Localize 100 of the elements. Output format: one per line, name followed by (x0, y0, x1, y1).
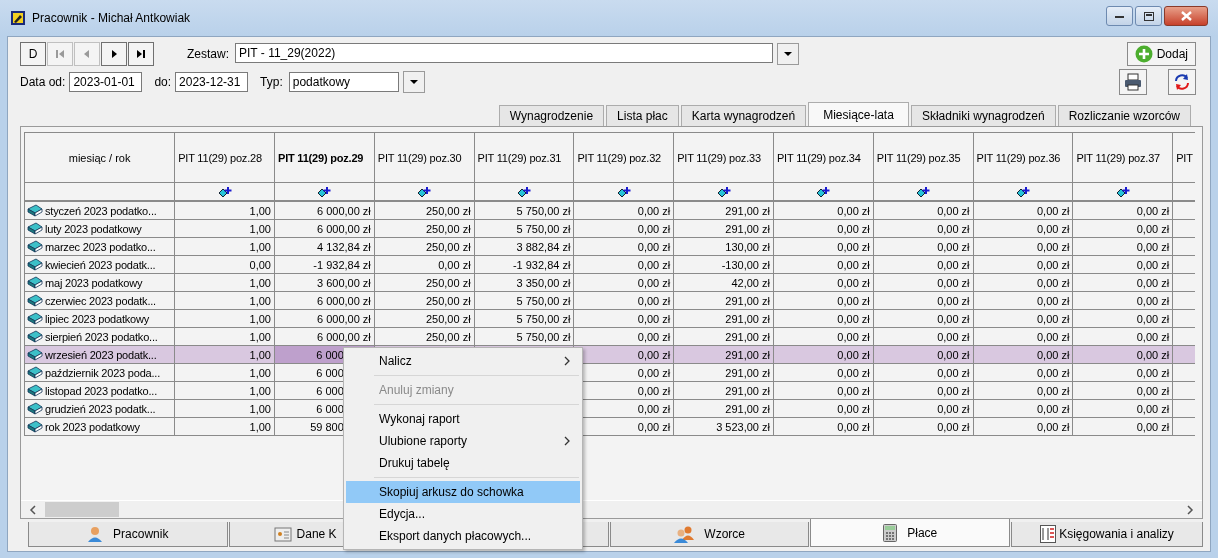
table-cell: 0,00 zł (773, 381, 874, 400)
column-header[interactable]: PIT 11(29) poz.29 (274, 132, 375, 183)
tab[interactable]: Wynagrodzenie (498, 105, 605, 126)
table-cell: 0,00 zł (873, 363, 974, 382)
module-tab[interactable]: Księgowania i analizy (1011, 522, 1203, 547)
table-cell: 0,00 zł (873, 255, 974, 274)
column-header[interactable]: PIT 11(29) poz.31 (474, 132, 574, 183)
table-cell: 5 750,00 zł (474, 201, 574, 220)
table-cell: 6 000,00 zł (274, 291, 375, 310)
zestaw-field[interactable]: PIT - 11_29(2022) (235, 43, 773, 63)
module-tab[interactable]: Płace (810, 519, 1011, 547)
add-component-icon[interactable] (417, 186, 432, 199)
table-cell: 0,00 zł (873, 273, 974, 292)
column-header[interactable]: PIT 11(29) poz.28 (174, 132, 275, 183)
table-cell: -1 932,84 zł (474, 255, 574, 274)
table-cell: 0,00 zł (973, 237, 1073, 256)
table-cell: 1,00 (174, 399, 275, 418)
column-header[interactable]: PIT 11(29) poz.35 (873, 132, 974, 183)
table-cell: 0,00 zł (1072, 417, 1173, 436)
date-to-label: do: (154, 75, 172, 89)
table-cell: 6 000,00 zł (274, 201, 375, 220)
tab[interactable]: Karta wynagrodzeń (680, 105, 807, 126)
table-cell: 0,00 zł (573, 255, 674, 274)
add-component-icon[interactable] (916, 186, 931, 199)
table-cell: 0,00 zł (573, 201, 674, 220)
previous-icon (82, 49, 92, 59)
table-cell: 0,00 zł (1072, 291, 1173, 310)
column-header[interactable]: PIT 11(29) poz.32 (573, 132, 674, 183)
add-component-icon[interactable] (1015, 186, 1030, 199)
date-to-field[interactable]: 2023-12-31 (175, 72, 249, 92)
tab[interactable]: Składniki wynagrodzeń (910, 105, 1056, 126)
column-header[interactable]: PIT 11(29) poz.33 (673, 132, 774, 183)
table-cell: 0,00 zł (873, 381, 974, 400)
date-from-label: Data od: (20, 75, 66, 89)
table-cell: 0,00 (174, 255, 275, 274)
book-icon (27, 312, 43, 326)
table-cell: 291,00 zł (673, 399, 774, 418)
maximize-button[interactable] (1135, 6, 1162, 26)
add-component-icon[interactable] (716, 186, 731, 199)
tab[interactable]: Miesiące-lata (808, 102, 909, 126)
add-component-icon[interactable] (1115, 186, 1130, 199)
dropdown-button[interactable] (777, 43, 799, 65)
column-header[interactable]: PIT 11(29) poz.34 (773, 132, 874, 183)
table-cell: 291,00 zł (673, 363, 774, 382)
table-cell: 6 000,00 zł (274, 327, 375, 346)
table-cell: 1,00 (174, 417, 275, 436)
table-cell: 3 350,00 zł (474, 273, 574, 292)
table-cell: 250,00 zł (374, 309, 475, 328)
column-header[interactable]: PIT (1172, 132, 1195, 183)
new-record-button[interactable]: D (20, 42, 46, 66)
scroll-left-icon[interactable] (29, 504, 37, 515)
table-cell: 1,00 (174, 201, 275, 220)
type-field[interactable]: podatkowy (288, 72, 399, 92)
table-cell: 3 523,00 zł (673, 417, 774, 436)
module-tab[interactable]: Pracownik (28, 522, 228, 547)
dropdown-button[interactable] (402, 71, 425, 93)
add-component-icon[interactable] (616, 186, 631, 199)
module-tab[interactable]: Wzorce (609, 522, 810, 547)
menu-item[interactable]: Skopiuj arkusz do schowka (346, 481, 580, 503)
print-button[interactable] (1119, 69, 1147, 95)
tab[interactable]: Lista płac (606, 105, 679, 126)
add-component-icon[interactable] (217, 186, 232, 199)
refresh-button[interactable] (1168, 69, 1196, 95)
book-icon (27, 276, 43, 290)
add-button[interactable]: Dodaj (1126, 42, 1196, 66)
column-header[interactable]: miesiąc / rok (24, 132, 175, 183)
menu-item[interactable]: Edycja... (346, 503, 580, 525)
table-cell: 250,00 zł (374, 273, 475, 292)
table-cell: 0,00 zł (973, 417, 1073, 436)
date-from-field[interactable]: 2023-01-01 (69, 72, 143, 92)
table-cell: 6 000,00 zł (274, 219, 375, 238)
next-record-button[interactable] (101, 42, 127, 66)
book-icon (27, 420, 43, 434)
column-header[interactable]: PIT 11(29) poz.36 (973, 132, 1073, 183)
table-cell: 0,00 zł (873, 291, 974, 310)
minimize-icon (1114, 13, 1125, 19)
tab[interactable]: Rozliczanie wzorców (1057, 105, 1191, 126)
add-component-icon[interactable] (517, 186, 531, 199)
menu-item[interactable]: Eksport danych płacowych... (346, 525, 580, 547)
menu-item[interactable]: Drukuj tabelę (346, 452, 580, 474)
last-record-button[interactable] (128, 42, 154, 66)
table-cell: 0,00 zł (1072, 255, 1173, 274)
column-header[interactable]: PIT 11(29) poz.37 (1072, 132, 1173, 183)
minimize-button[interactable] (1106, 6, 1133, 26)
table-cell: 5 750,00 zł (474, 219, 574, 238)
id-card-icon (273, 525, 292, 543)
close-button[interactable] (1164, 6, 1208, 26)
table-cell: 0,00 zł (973, 273, 1073, 292)
table-cell: 0,00 zł (873, 399, 974, 418)
table-cell: 291,00 zł (673, 291, 774, 310)
add-component-icon[interactable] (816, 186, 831, 199)
table-cell: 0,00 zł (773, 201, 874, 220)
scroll-right-icon[interactable] (1186, 504, 1194, 515)
table-cell: 0,00 zł (973, 219, 1073, 238)
table-cell: 0,00 zł (973, 327, 1073, 346)
column-header[interactable]: PIT 11(29) poz.30 (374, 132, 475, 183)
table-cell: 0,00 zł (773, 309, 874, 328)
add-component-icon[interactable] (317, 186, 332, 199)
table-cell: 250,00 zł (374, 291, 475, 310)
scroll-thumb[interactable] (45, 502, 119, 517)
